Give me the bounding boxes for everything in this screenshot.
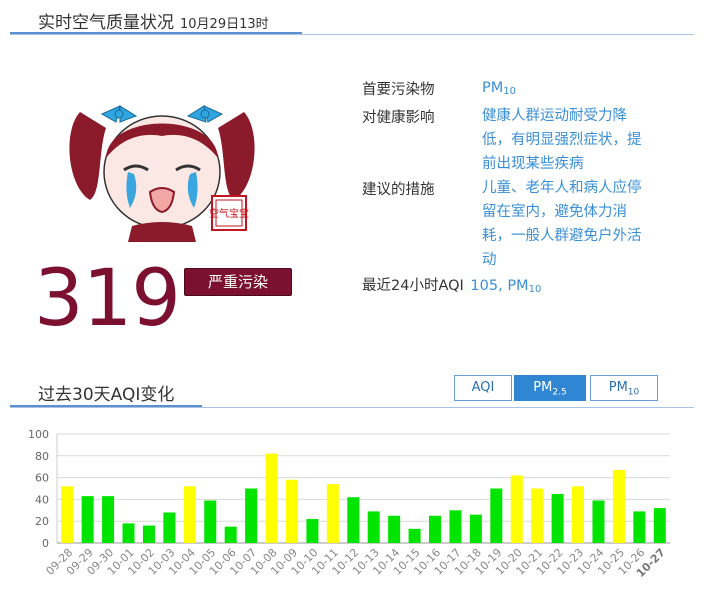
y-tick-label: 0 [42,537,49,550]
y-tick-label: 80 [35,450,49,463]
bar [204,500,217,543]
bar [633,511,646,543]
recent-aqi-value: 105, PM10 [470,278,542,295]
y-tick-label: 40 [35,493,49,506]
bar [510,475,523,543]
bar [469,514,482,543]
bar [408,528,421,543]
header-divider [10,34,694,35]
bar [224,526,237,543]
advice-label: 建议的措施 [362,182,435,198]
bar [490,488,503,543]
bar [367,511,380,543]
bar [81,496,94,543]
tab-aqi[interactable]: AQI [454,375,512,401]
page-title: 实时空气质量状况 10月29日13时 [38,8,269,33]
recent-aqi-row: 最近24小时AQI 105, PM10 [362,274,541,295]
aqi-30day-bar-chart: 02040608010009-2809-2909-3010-0110-0210-… [28,428,670,580]
y-tick-label: 60 [35,472,49,485]
mascot-stamp-text: 空气宝宝 [209,207,249,220]
bar [245,488,258,543]
bar [122,523,135,543]
bar [306,519,319,543]
bar [326,484,339,543]
bar [653,508,666,543]
recent-aqi-label: 最近24小时AQI [362,278,464,294]
y-tick-label: 20 [35,515,49,528]
bar [429,515,442,543]
section-divider [10,407,694,408]
tab-pm25[interactable]: PM2.5 [514,375,586,401]
primary-pollutant-value: PM10 [482,80,516,97]
primary-pollutant-label: 首要污染物 [362,82,435,98]
bar [163,512,176,543]
bar [592,500,605,543]
health-impact-value: 健康人群运动耐受力降低，有明显强烈症状，提前出现某些疾病 [482,108,642,172]
bar [612,469,625,543]
advice-value: 儿童、老年人和病人应停留在室内，避免体力消耗，一般人群避免户外活动 [482,180,642,268]
bar [183,486,196,543]
bar [531,488,544,543]
bar [347,497,360,543]
bar [285,479,298,543]
bar [388,515,401,543]
bar [572,486,585,543]
update-timestamp: 10月29日13时 [180,17,269,32]
aqi-value: 319 [34,254,181,344]
bar [61,486,74,543]
bar [449,510,462,543]
bar [265,453,278,543]
crying-mascot-image: 空气宝宝 [69,105,255,242]
pollution-level-badge: 严重污染 [184,268,292,296]
page-title-text: 实时空气质量状况 [38,13,174,33]
bar [142,525,155,543]
history-section-title: 过去30天AQI变化 [38,385,175,405]
y-tick-label: 100 [28,428,49,441]
bar [551,493,564,543]
health-impact-label: 对健康影响 [362,110,435,126]
bar [102,496,115,543]
tab-pm10[interactable]: PM10 [590,375,658,401]
